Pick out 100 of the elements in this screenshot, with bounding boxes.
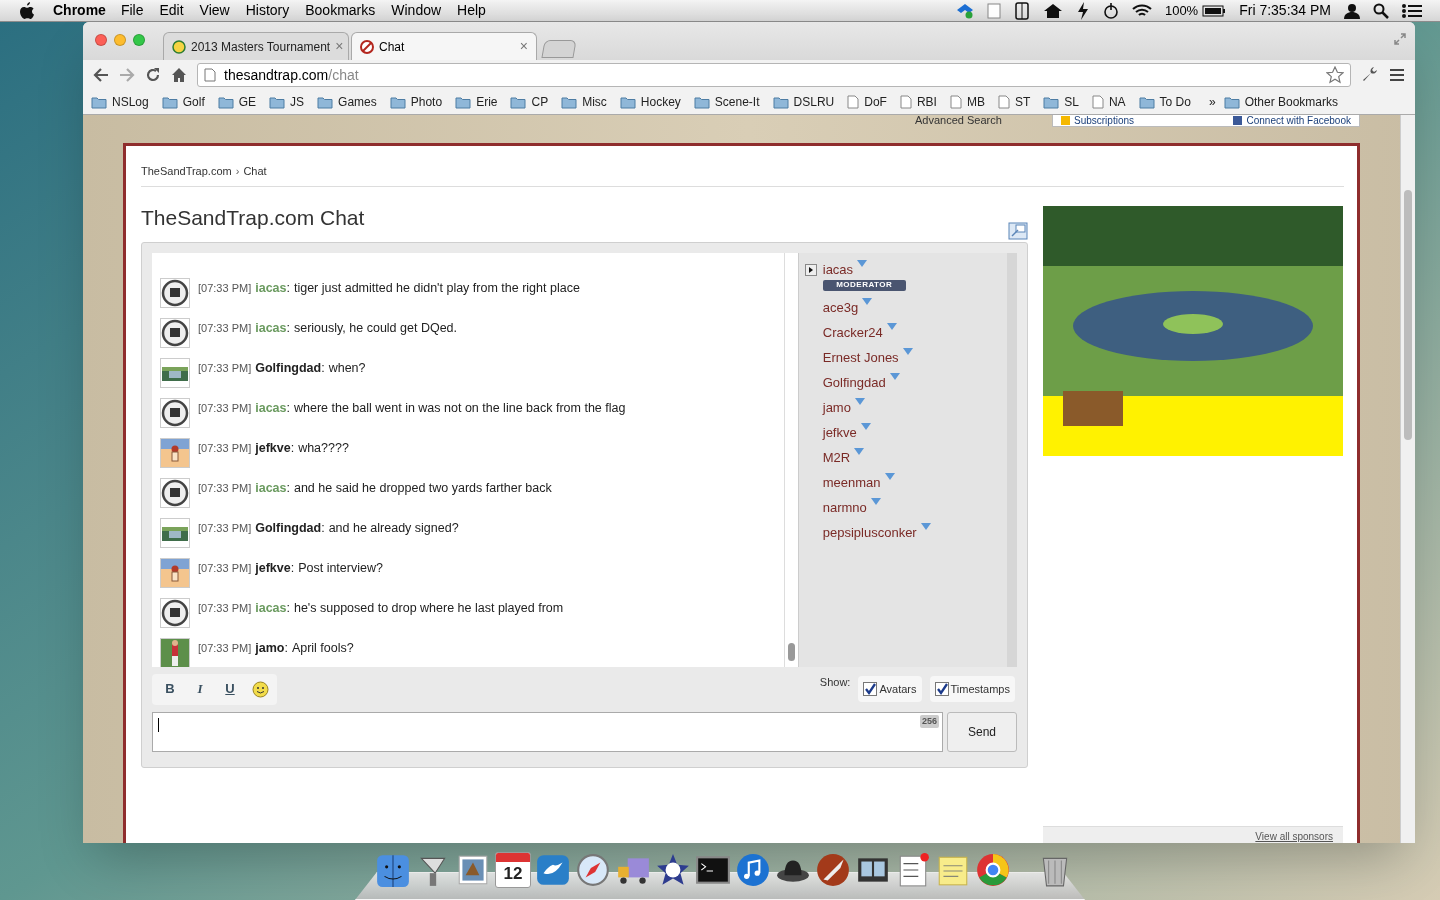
- fullscreen-icon[interactable]: [1393, 32, 1407, 46]
- bookmark[interactable]: Misc: [561, 93, 607, 111]
- wifi-icon[interactable]: [1131, 3, 1152, 18]
- bookmark[interactable]: Games: [317, 93, 377, 111]
- folder-icon: [91, 95, 107, 109]
- bolt-icon[interactable]: [1075, 1, 1090, 20]
- character-counter: 256: [919, 714, 939, 728]
- bookmark[interactable]: Erie: [455, 93, 498, 111]
- advanced-search-link[interactable]: Advanced Search: [915, 115, 1002, 126]
- underline-button[interactable]: U: [220, 678, 240, 700]
- star-badge-icon[interactable]: [655, 852, 691, 888]
- bookmark[interactable]: CP: [510, 93, 549, 111]
- calendar-icon[interactable]: 12: [495, 852, 531, 888]
- user-name[interactable]: ace3g: [822, 298, 859, 317]
- user-name[interactable]: Cracker24: [822, 323, 883, 342]
- close-button[interactable]: [95, 34, 107, 46]
- chat-message: [07:33 PM] Golfingdad: and he already signed?: [198, 519, 459, 537]
- expand-button[interactable]: [804, 263, 817, 276]
- input-menu-icon[interactable]: [986, 2, 1001, 19]
- facebook-connect-link[interactable]: Connect with Facebook: [1233, 115, 1351, 126]
- bookmark[interactable]: Golf: [161, 93, 205, 111]
- search-icon[interactable]: [1373, 2, 1389, 19]
- bookmark[interactable]: SL: [1043, 93, 1079, 111]
- device-icon[interactable]: [1013, 1, 1030, 20]
- popout-icon[interactable]: [1008, 221, 1028, 240]
- star-icon[interactable]: [1326, 66, 1344, 84]
- bold-button[interactable]: B: [160, 678, 180, 700]
- bookmark[interactable]: GE: [217, 93, 257, 111]
- bookmark[interactable]: RBI: [899, 93, 937, 111]
- bookmark[interactable]: To Do: [1138, 93, 1191, 111]
- smiley-icon[interactable]: [252, 680, 269, 698]
- menu-item[interactable]: Chrome: [53, 0, 106, 21]
- bookmark[interactable]: Photo: [389, 93, 443, 111]
- browser-tab[interactable]: Chat ×: [351, 32, 537, 60]
- bookmark[interactable]: ST: [997, 93, 1031, 111]
- folder-icon: [269, 95, 286, 109]
- user-name[interactable]: Ernest Jones: [822, 348, 899, 367]
- calendar-day: 12: [503, 862, 523, 886]
- list-icon[interactable]: [1402, 2, 1422, 19]
- toggle-button[interactable]: Avatars: [858, 676, 922, 702]
- user-name[interactable]: Golfingdad: [822, 373, 886, 392]
- page-title: TheSandTrap.com Chat: [141, 205, 365, 231]
- user-name[interactable]: meenman: [822, 473, 881, 492]
- tab-close-button[interactable]: ×: [519, 36, 528, 57]
- box-icon[interactable]: [955, 2, 974, 19]
- scrollbar-thumb[interactable]: [787, 642, 795, 661]
- address-bar[interactable]: thesandtrap.com/chat: [197, 63, 1351, 87]
- battery-icon[interactable]: [1202, 4, 1227, 17]
- menu-item[interactable]: Edit: [159, 0, 184, 21]
- user-name[interactable]: iacas: [822, 260, 854, 279]
- battery-percent: 100%: [1164, 1, 1199, 20]
- music-note-icon[interactable]: [735, 852, 771, 888]
- user-name[interactable]: M2R: [822, 448, 851, 467]
- more-bookmarks-button[interactable]: »: [1208, 93, 1216, 111]
- menu-item[interactable]: Window: [391, 0, 442, 21]
- bookmark[interactable]: Other Bookmarks: [1223, 93, 1339, 111]
- user-icon[interactable]: [1344, 2, 1360, 19]
- italic-button[interactable]: I: [190, 678, 210, 700]
- bookmark[interactable]: DoF: [847, 93, 887, 111]
- menu-item[interactable]: History: [245, 0, 290, 21]
- menu-item[interactable]: Help: [457, 0, 486, 21]
- user-name[interactable]: jefkve: [822, 423, 857, 442]
- house-icon[interactable]: [1042, 2, 1063, 19]
- user-name[interactable]: narmno: [822, 498, 867, 517]
- checkbox[interactable]: [934, 682, 949, 696]
- folder-icon: [510, 95, 527, 109]
- folder-icon: [455, 95, 472, 109]
- bookmark[interactable]: Hockey: [619, 93, 681, 111]
- reload-button[interactable]: [145, 67, 161, 83]
- menu-item[interactable]: Bookmarks: [305, 0, 376, 21]
- browser-tab[interactable]: 2013 Masters Tournament ×: [163, 32, 349, 60]
- bookmark[interactable]: DSLRU: [772, 93, 835, 111]
- circle-logo-icon[interactable]: [975, 852, 1011, 888]
- compass-icon[interactable]: [575, 852, 611, 888]
- bookmark[interactable]: Scene-It: [693, 93, 760, 111]
- badge-avatar: [160, 597, 190, 628]
- chat-message: [07:33 PM] iacas: he's supposed to drop where he last played from: [198, 599, 564, 617]
- bookmark[interactable]: JS: [269, 93, 305, 111]
- menu-item[interactable]: View: [199, 0, 230, 21]
- face-icon[interactable]: [375, 852, 411, 888]
- user-name[interactable]: jamo: [822, 398, 851, 417]
- apple-icon[interactable]: [19, 1, 35, 20]
- bookmark[interactable]: NA: [1091, 93, 1126, 111]
- menubar-clock[interactable]: Fri 7:35:34 PM: [1239, 0, 1331, 21]
- message-input[interactable]: 256: [152, 711, 943, 752]
- send-button[interactable]: Send: [947, 711, 1017, 752]
- back-button[interactable]: [93, 68, 109, 82]
- menu-item[interactable]: File: [120, 0, 144, 21]
- bookmark[interactable]: NSLog: [91, 93, 149, 111]
- breadcrumb-link[interactable]: TheSandTrap.com: [141, 163, 232, 180]
- checkbox[interactable]: [863, 682, 878, 696]
- folder-icon: [693, 95, 710, 109]
- bird-icon[interactable]: [535, 852, 571, 888]
- subscriptions-link[interactable]: Subscriptions: [1061, 115, 1135, 126]
- menu-icon[interactable]: [1389, 68, 1405, 82]
- toggle-button[interactable]: Timestamps: [929, 676, 1015, 702]
- home-button[interactable]: [171, 67, 187, 83]
- bookmark[interactable]: MB: [949, 93, 985, 111]
- user-name[interactable]: pepsiplusconker: [822, 523, 917, 542]
- scrollbar-thumb[interactable]: [1404, 190, 1412, 440]
